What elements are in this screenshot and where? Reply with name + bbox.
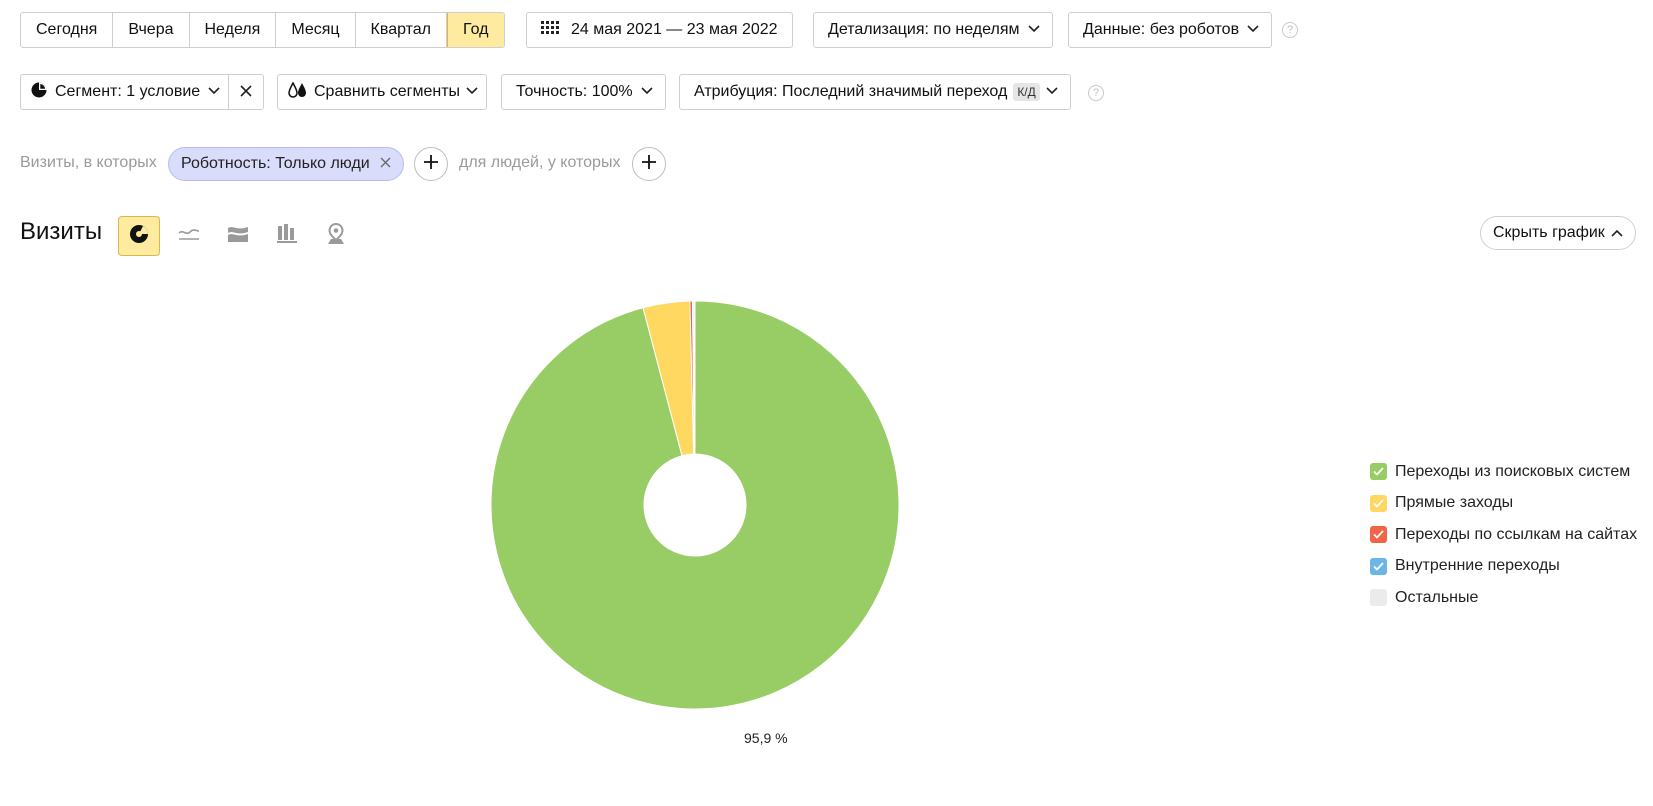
chevron-down-icon (1027, 25, 1040, 35)
attribution-dropdown[interactable]: Атрибуция: Последний значимый переход К/… (679, 74, 1071, 110)
chevron-down-icon (1046, 87, 1058, 97)
compare-drops-icon (288, 80, 308, 103)
legend-label: Переходы по ссылкам на сайтах (1395, 525, 1638, 543)
accuracy-dropdown[interactable]: Точность: 100% (501, 74, 666, 110)
chart-type-area-button[interactable] (217, 216, 259, 256)
legend-item-other[interactable]: Остальные (1370, 582, 1637, 614)
chevron-down-icon (641, 87, 653, 97)
chevron-down-icon (208, 87, 220, 97)
period-today[interactable]: Сегодня (21, 13, 114, 47)
bar-chart-icon (277, 224, 297, 248)
add-visit-condition-button[interactable] (414, 147, 448, 181)
segment-label: Сегмент: 1 условие (55, 83, 201, 100)
legend-item-direct[interactable]: Прямые заходы (1370, 488, 1637, 520)
legend-item-search[interactable]: Переходы из поисковых систем (1370, 456, 1637, 488)
area-chart-icon (227, 225, 249, 247)
chart-type-bar-button[interactable] (266, 216, 308, 256)
chart-type-map-button[interactable] (315, 216, 357, 256)
checkbox-checked-icon (1370, 494, 1387, 512)
filter-chip-label: Роботность: Только люди (181, 155, 370, 172)
pie-chart-icon (129, 224, 149, 248)
plus-icon (424, 155, 438, 173)
chart-legend: Переходы из поисковых систем Прямые захо… (1370, 456, 1637, 614)
hide-chart-label: Скрыть график (1493, 224, 1605, 241)
calendar-icon (541, 20, 559, 40)
help-icon[interactable]: ? (1088, 85, 1104, 101)
date-range-picker[interactable]: 24 мая 2021 — 23 мая 2022 (526, 12, 793, 48)
detail-dropdown[interactable]: Детализация: по неделям (813, 12, 1053, 48)
chevron-down-icon (466, 87, 478, 97)
add-people-condition-button[interactable] (632, 147, 666, 181)
close-icon[interactable] (380, 155, 391, 173)
segment-dropdown[interactable]: Сегмент: 1 условие (21, 75, 230, 109)
accuracy-label: Точность: 100% (516, 83, 633, 100)
legend-label: Внутренние переходы (1395, 557, 1560, 575)
compare-label: Сравнить сегменты (314, 83, 461, 100)
line-chart-icon (178, 227, 200, 245)
data-filter-label: Данные: без роботов (1083, 21, 1240, 38)
date-range-label: 24 мая 2021 — 23 мая 2022 (571, 21, 778, 38)
detail-label: Детализация: по неделям (828, 21, 1020, 38)
checkbox-checked-icon (1370, 463, 1387, 481)
legend-label: Прямые заходы (1395, 494, 1514, 512)
map-pin-icon (327, 222, 345, 249)
checkbox-checked-icon (1370, 589, 1387, 607)
period-week[interactable]: Неделя (190, 13, 277, 47)
attribution-badge: К/Д (1013, 83, 1040, 101)
chart-type-line-button[interactable] (168, 216, 210, 256)
period-selector: Сегодня Вчера Неделя Месяц Квартал Год (20, 12, 505, 48)
compare-segments-dropdown[interactable]: Сравнить сегменты (277, 74, 488, 110)
chevron-down-icon (1247, 25, 1259, 35)
legend-label: Переходы из поисковых систем (1395, 462, 1631, 480)
checkbox-checked-icon (1370, 526, 1387, 544)
segment-reset-button[interactable] (229, 75, 263, 109)
chart-type-pie-button[interactable] (118, 216, 160, 256)
attribution-label: Атрибуция: Последний значимый переход (694, 83, 1008, 100)
period-month[interactable]: Месяц (276, 13, 356, 47)
visits-filter-label: Визиты, в которых (20, 154, 157, 171)
pie-chart (490, 300, 900, 710)
period-quarter[interactable]: Квартал (356, 13, 448, 47)
chevron-up-icon (1611, 224, 1623, 242)
people-filter-label: для людей, у которых (459, 154, 621, 171)
period-year[interactable]: Год (447, 13, 504, 47)
legend-label: Остальные (1395, 588, 1479, 606)
pie-segment-icon (31, 82, 47, 103)
checkbox-checked-icon (1370, 557, 1387, 575)
filter-chip-robotness[interactable]: Роботность: Только люди (168, 147, 404, 181)
close-icon (240, 84, 252, 101)
chart-title: Визиты (20, 218, 103, 245)
period-yesterday[interactable]: Вчера (113, 13, 190, 47)
legend-item-links[interactable]: Переходы по ссылкам на сайтах (1370, 519, 1637, 551)
data-filter-dropdown[interactable]: Данные: без роботов (1068, 12, 1273, 48)
legend-item-internal[interactable]: Внутренние переходы (1370, 551, 1637, 583)
pie-data-label: 95,9 % (744, 730, 788, 746)
segment-control: Сегмент: 1 условие (20, 74, 265, 110)
help-icon[interactable]: ? (1282, 22, 1298, 38)
plus-icon (642, 155, 656, 173)
hide-chart-button[interactable]: Скрыть график (1480, 216, 1636, 250)
